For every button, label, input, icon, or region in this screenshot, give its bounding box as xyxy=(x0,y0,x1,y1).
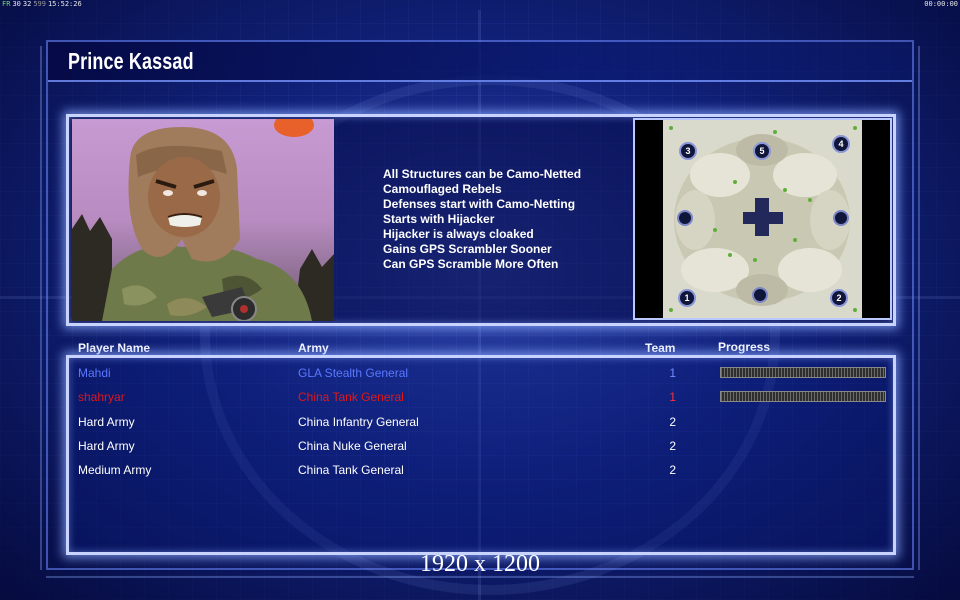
player-name-cell: shahryar xyxy=(78,390,125,404)
fps-extra: 32 xyxy=(22,0,32,8)
start-marker-3: 3 xyxy=(679,142,697,160)
start-marker-1: 1 xyxy=(678,289,696,307)
player-name-cell: Mahdi xyxy=(78,366,111,380)
fps-dim: 599 xyxy=(33,0,46,8)
feature-item: Can GPS Scramble More Often xyxy=(383,257,559,271)
start-marker-2: 2 xyxy=(830,289,848,307)
team-cell: 1 xyxy=(669,390,676,404)
start-marker-5: 5 xyxy=(753,142,771,160)
frame-right-rule xyxy=(918,46,920,570)
team-cell: 2 xyxy=(669,463,676,477)
progress-bar xyxy=(720,367,886,378)
player-name-cell: Hard Army xyxy=(78,439,135,453)
army-cell: GLA Stealth General xyxy=(298,366,409,380)
player-name-cell: Medium Army xyxy=(78,463,152,477)
start-marker-4: 4 xyxy=(832,135,850,153)
feature-item: Hijacker is always cloaked xyxy=(383,227,534,241)
feature-item: All Structures can be Camo-Netted xyxy=(383,167,582,181)
army-cell: China Infantry General xyxy=(298,415,419,429)
column-header-progress: Progress xyxy=(718,340,771,354)
general-name-title: Prince Kassad xyxy=(68,48,194,74)
army-cell: China Tank General xyxy=(298,390,404,404)
team-cell: 2 xyxy=(669,439,676,453)
progress-bar xyxy=(720,391,886,402)
fps-value: 30 xyxy=(12,0,21,8)
player-name-cell: Hard Army xyxy=(78,415,135,429)
team-cell: 1 xyxy=(669,366,676,380)
feature-item: Starts with Hijacker xyxy=(383,212,495,226)
column-header-team: Team xyxy=(645,341,676,355)
army-cell: China Tank General xyxy=(298,463,404,477)
feature-item: Defenses start with Camo-Netting xyxy=(383,197,576,211)
general-portrait xyxy=(72,119,334,321)
loading-screen: FR 30 32 599 15:52:26 00:00:00 Prince Ka… xyxy=(0,0,960,600)
column-header-player: Player Name xyxy=(78,341,151,355)
feature-item: Gains GPS Scrambler Sooner xyxy=(383,242,552,256)
fps-readout: FR 30 32 599 15:52:26 xyxy=(2,0,82,8)
clock-right: 00:00:00 xyxy=(924,0,958,8)
army-cell: China Nuke General xyxy=(298,439,407,453)
column-header-army: Army xyxy=(298,341,329,355)
frame-left-rule xyxy=(40,46,42,570)
player-table-panel xyxy=(66,355,896,555)
general-feature-list: All Structures can be Camo-Netted Camouf… xyxy=(383,167,581,272)
resolution-label: 1920 x 1200 xyxy=(420,551,540,577)
feature-item: Camouflaged Rebels xyxy=(383,182,502,196)
team-cell: 2 xyxy=(669,415,676,429)
fps-prefix: FR xyxy=(2,0,11,8)
clock-left: 15:52:26 xyxy=(47,0,82,8)
general-portrait-illustration xyxy=(72,119,334,321)
